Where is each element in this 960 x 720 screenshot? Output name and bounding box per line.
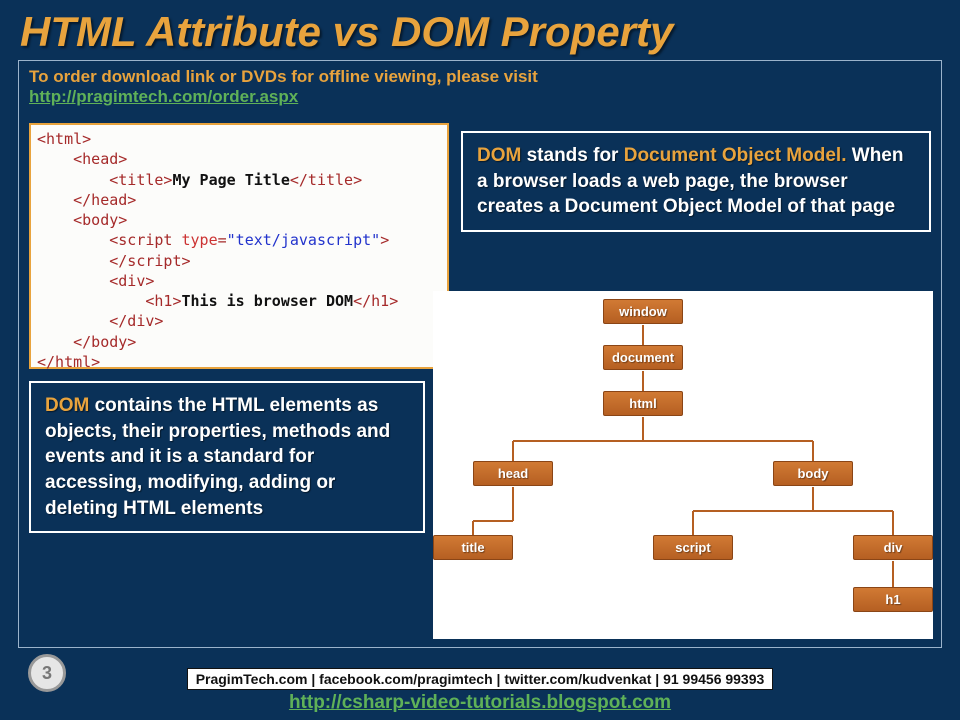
code-tag: </head> bbox=[73, 191, 136, 209]
footer-link[interactable]: http://csharp-video-tutorials.blogspot.c… bbox=[289, 692, 671, 713]
tree-node-window: window bbox=[603, 299, 683, 324]
tree-node-head: head bbox=[473, 461, 553, 486]
code-tag: </h1> bbox=[353, 292, 398, 310]
tree-node-script: script bbox=[653, 535, 733, 560]
code-sample: <html> <head> <title>My Page Title</titl… bbox=[29, 123, 449, 369]
highlight-text: DOM bbox=[477, 145, 521, 166]
code-tag: <script bbox=[109, 231, 172, 249]
code-tag: <title> bbox=[109, 171, 172, 189]
code-tag: </title> bbox=[290, 171, 362, 189]
code-tag: <head> bbox=[73, 150, 127, 168]
tree-node-h1: h1 bbox=[853, 587, 933, 612]
code-tag: <body> bbox=[73, 211, 127, 229]
tree-node-div: div bbox=[853, 535, 933, 560]
code-text: This is browser DOM bbox=[182, 292, 354, 310]
code-tag: = bbox=[218, 231, 227, 249]
highlight-text: Document Object Model. bbox=[624, 145, 847, 166]
footer: PragimTech.com | facebook.com/pragimtech… bbox=[0, 668, 960, 714]
code-attr-value: "text/javascript" bbox=[227, 231, 381, 249]
code-tag: <h1> bbox=[145, 292, 181, 310]
code-tag: <div> bbox=[109, 272, 154, 290]
info-box-dom-contains: DOM contains the HTML elements as object… bbox=[29, 381, 425, 533]
code-attr-name: type bbox=[182, 231, 218, 249]
code-tag: </script> bbox=[109, 252, 190, 270]
order-text: To order download link or DVDs for offli… bbox=[29, 67, 931, 87]
tree-node-html: html bbox=[603, 391, 683, 416]
code-tag: </div> bbox=[109, 312, 163, 330]
code-tag: > bbox=[380, 231, 389, 249]
tree-node-document: document bbox=[603, 345, 683, 370]
highlight-text: DOM bbox=[45, 395, 89, 416]
tree-node-title: title bbox=[433, 535, 513, 560]
order-link[interactable]: http://pragimtech.com/order.aspx bbox=[29, 87, 298, 106]
info-box-dom-definition: DOM stands for Document Object Model. Wh… bbox=[461, 131, 931, 232]
code-text: My Page Title bbox=[172, 171, 289, 189]
content-frame: To order download link or DVDs for offli… bbox=[18, 60, 942, 648]
code-tag: </body> bbox=[73, 333, 136, 351]
code-tag: <html> bbox=[37, 130, 91, 148]
body-text: stands for bbox=[521, 145, 623, 166]
body-text: contains the HTML elements as objects, t… bbox=[45, 395, 390, 519]
code-tag: </html> bbox=[37, 353, 100, 371]
slide-title: HTML Attribute vs DOM Property bbox=[0, 0, 960, 60]
dom-tree-diagram: window document html head body title scr… bbox=[433, 291, 933, 639]
tree-node-body: body bbox=[773, 461, 853, 486]
footer-contacts: PragimTech.com | facebook.com/pragimtech… bbox=[187, 668, 774, 690]
